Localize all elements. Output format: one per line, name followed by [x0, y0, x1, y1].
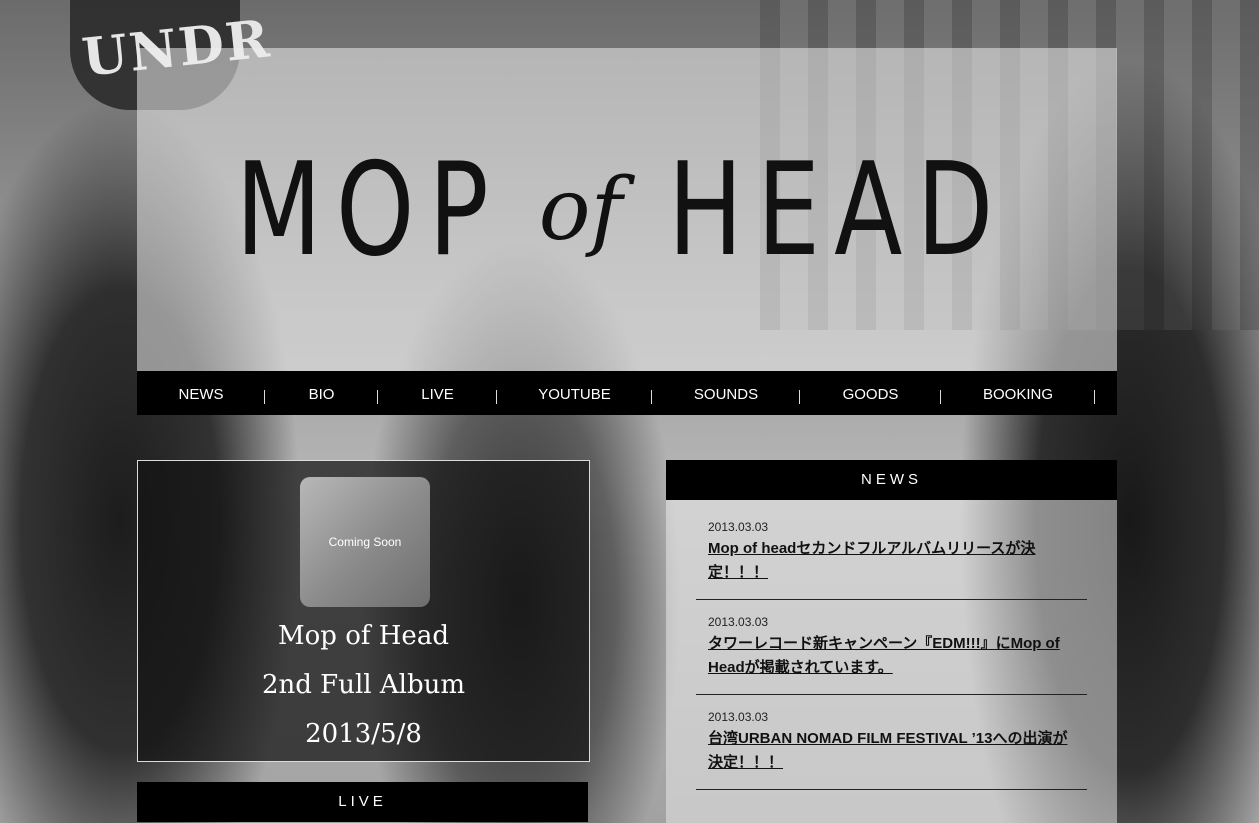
nav-item-bio[interactable]: BIO — [265, 371, 378, 415]
news-title-link[interactable]: タワーレコード新キャンペーン『EDM!!!』にMop of Headが掲載されて… — [708, 632, 1078, 680]
live-section-heading: LIVE — [137, 782, 588, 822]
site-logo[interactable]: MOP of HEAD — [137, 130, 1117, 290]
news-section-heading: NEWS — [666, 460, 1117, 500]
album-title: 2nd Full Album — [261, 670, 465, 700]
news-date: 2013.03.03 — [708, 710, 769, 724]
nav-item-sounds[interactable]: SOUNDS — [652, 371, 800, 415]
main-nav: NEWS BIO LIVE YOUTUBE SOUNDS GOODS BOOKI… — [137, 371, 1117, 415]
news-item: 2013.03.03 台湾URBAN NOMAD FILM FESTIVAL ’… — [696, 700, 1087, 790]
album-artist: Mop of Head — [278, 621, 449, 651]
nav-item-news[interactable]: NEWS — [137, 371, 265, 415]
news-list: 2013.03.03 Mop of headセカンドフルアルバムリリースが決定！… — [666, 500, 1117, 823]
news-date: 2013.03.03 — [708, 615, 769, 629]
nav-item-booking[interactable]: BOOKING — [941, 371, 1095, 415]
album-cover-placeholder[interactable]: Coming Soon — [300, 477, 430, 607]
logo-word-head: HEAD — [668, 135, 1008, 285]
logo-connector: of — [538, 160, 623, 260]
nav-item-youtube[interactable]: YOUTUBE — [497, 371, 652, 415]
logo-word-mop: MOP — [236, 135, 504, 285]
news-title-link[interactable]: 台湾URBAN NOMAD FILM FESTIVAL ’13への出演が決定！！… — [708, 727, 1078, 775]
news-item: 2013.03.03 タワーレコード新キャンペーン『EDM!!!』にMop of… — [696, 605, 1087, 695]
news-title-link[interactable]: Mop of headセカンドフルアルバムリリースが決定！！！ — [708, 537, 1078, 585]
album-release-date: 2013/5/8 — [305, 719, 422, 749]
nav-item-goods[interactable]: GOODS — [800, 371, 941, 415]
news-date: 2013.03.03 — [708, 520, 769, 534]
news-item: 2013.03.03 Mop of headセカンドフルアルバムリリースが決定！… — [696, 510, 1087, 600]
album-announcement: Coming Soon Mop of Head 2nd Full Album 2… — [137, 460, 590, 762]
nav-item-live[interactable]: LIVE — [378, 371, 497, 415]
